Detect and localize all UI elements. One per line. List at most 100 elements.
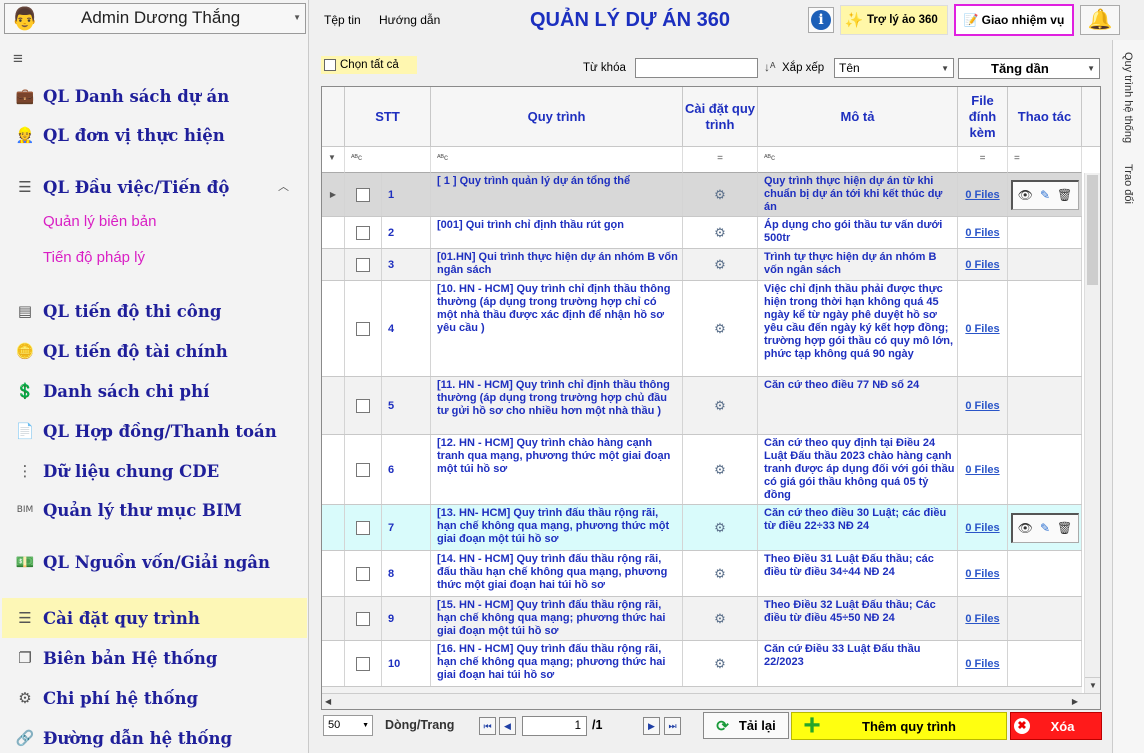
scroll-down-icon[interactable]: ▼ [1085,677,1100,693]
prev-page-icon[interactable]: ◀ [499,717,516,735]
col-header-files[interactable]: File đính kèm [958,87,1008,147]
menu-help[interactable]: Hướng dẫn [379,13,440,27]
table-row[interactable]: 3 [01.HN] Qui trình thực hiện dự án nhóm … [322,249,1082,281]
row-checkbox[interactable] [345,435,382,504]
row-files-link[interactable]: 0 Files [958,597,1008,640]
sidebar-item-project-list[interactable]: 💼 QL Danh sách dự án [14,83,230,109]
sidebar-item-tasks[interactable]: ☰ QL Đầu việc/Tiến độ [14,174,229,200]
process-settings-icon[interactable]: ⚙ [683,435,758,504]
row-files-link[interactable]: 0 Files [958,377,1008,434]
select-all-checkbox[interactable]: Chọn tất cả [321,56,417,74]
sidebar-item-process-settings[interactable]: ☰ Cài đặt quy trình [14,605,200,631]
view-icon[interactable]: 👁 [1018,521,1033,535]
row-files-link[interactable]: 0 Files [958,281,1008,376]
row-checkbox[interactable] [345,641,382,686]
sidebar-item-funding[interactable]: 💵 QL Nguồn vốn/Giải ngân [14,549,270,575]
sidebar-item-bim[interactable]: BIM Quản lý thư mục BIM [14,497,242,523]
delete-button[interactable]: ✖ Xóa [1010,712,1102,740]
row-checkbox[interactable] [345,173,382,216]
menu-file[interactable]: Tệp tin [324,13,361,27]
col-header-process[interactable]: Quy trình [431,87,683,147]
sidebar-item-system-minutes[interactable]: ❐ Biên bản Hệ thống [14,645,217,671]
sidebar-item-system-costs[interactable]: ⚙ Chi phí hệ thống [14,685,198,711]
col-header-actions[interactable]: Thao tác [1008,87,1082,147]
row-checkbox[interactable] [345,597,382,640]
process-settings-icon[interactable]: ⚙ [683,377,758,434]
process-settings-icon[interactable]: ⚙ [683,505,758,550]
sidebar-item-cde[interactable]: ⋮ Dữ liệu chung CDE [14,458,220,484]
row-files-link[interactable]: 0 Files [958,551,1008,596]
sidebar-subitem-minutes[interactable]: Quản lý biên bản [43,213,156,230]
info-button[interactable]: i [808,7,834,33]
row-checkbox[interactable] [345,217,382,248]
edit-icon[interactable]: ✎ [1040,188,1050,202]
filter-equals-icon[interactable]: = [683,147,758,173]
row-files-link[interactable]: 0 Files [958,435,1008,504]
next-page-icon[interactable]: ▶ [643,717,660,735]
scroll-right-icon[interactable]: ▶ [1072,697,1078,706]
add-process-button[interactable]: + Thêm quy trình [791,711,1007,741]
horizontal-scrollbar[interactable]: ◀ ▶ [322,693,1100,709]
view-icon[interactable]: 👁 [1018,188,1033,202]
col-header-stt[interactable]: STT [345,87,431,147]
row-checkbox[interactable] [345,377,382,434]
row-files-link[interactable]: 0 Files [958,641,1008,686]
table-row[interactable]: 4 [10. HN - HCM] Quy trình chỉ định thầu … [322,281,1082,377]
tab-system-process[interactable]: Quy trình hệ thống [1122,52,1134,143]
process-settings-icon[interactable]: ⚙ [683,597,758,640]
col-header-description[interactable]: Mô tả [758,87,958,147]
sidebar-item-contracts[interactable]: 📄 QL Hợp đồng/Thanh toán [14,418,277,444]
chevron-up-icon[interactable]: ︿ [278,178,289,194]
table-row[interactable]: 8 [14. HN - HCM] Quy trình đấu thầu rộng … [322,551,1082,597]
sidebar-item-contractors[interactable]: 👷 QL đơn vị thực hiện [14,122,225,148]
row-files-link[interactable]: 0 Files [958,217,1008,248]
row-files-link[interactable]: 0 Files [958,249,1008,280]
page-input[interactable] [522,716,587,736]
table-row[interactable]: 7 [13. HN- HCM] Quy trình đấu thầu rộng r… [322,505,1082,551]
sort-field-select[interactable]: Tên ▼ [834,58,954,78]
filter-icon[interactable]: ▼ [322,147,345,173]
assign-task-button[interactable]: 📝 Giao nhiệm vụ [954,4,1074,36]
table-row[interactable]: ▶ 1[ 1 ] Quy trình quản lý dự án tổng thể… [322,173,1082,217]
delete-icon[interactable]: 🗑 [1057,521,1072,535]
scroll-thumb[interactable] [1087,175,1098,285]
user-selector[interactable]: 👨 Admin Dương Thắng ▼ [4,3,306,34]
table-row[interactable]: 10 [16. HN - HCM] Quy trình đấu thầu rộng… [322,641,1082,687]
table-row[interactable]: 2 [001] Qui trình chỉ định thầu rút gọn ⚙ Á… [322,217,1082,249]
table-row[interactable]: 9 [15. HN - HCM] Quy trình đấu thầu rộng … [322,597,1082,641]
sidebar-item-cost-list[interactable]: 💲 Danh sách chi phí [14,378,210,404]
delete-icon[interactable]: 🗑 [1057,188,1072,202]
col-header-settings[interactable]: Cài đặt quy trình [683,87,758,147]
hamburger-menu-icon[interactable]: ≡ [13,50,23,67]
vertical-scrollbar[interactable]: ▼ [1084,173,1100,693]
process-settings-icon[interactable]: ⚙ [683,641,758,686]
last-page-icon[interactable]: ⏭ [664,717,681,735]
filter-process-icon[interactable]: ᴬᴮc [431,147,683,173]
row-checkbox[interactable] [345,249,382,280]
scroll-left-icon[interactable]: ◀ [325,697,331,706]
keyword-input[interactable] [635,58,758,78]
edit-icon[interactable]: ✎ [1040,521,1050,535]
sort-order-select[interactable]: Tăng dần ▼ [958,58,1100,79]
process-settings-icon[interactable]: ⚙ [683,173,758,216]
page-size-select[interactable]: 50 ▼ [323,715,373,736]
row-checkbox[interactable] [345,505,382,550]
process-settings-icon[interactable]: ⚙ [683,217,758,248]
sidebar-item-construction-progress[interactable]: ▤ QL tiến độ thi công [14,298,221,324]
bell-button[interactable]: 🔔 [1080,5,1120,35]
process-settings-icon[interactable]: ⚙ [683,249,758,280]
filter-equals-icon[interactable]: = [1008,147,1082,173]
first-page-icon[interactable]: ⏮ [479,717,496,735]
filter-equals-icon[interactable]: = [958,147,1008,173]
tab-discussion[interactable]: Trao đổi [1122,164,1134,204]
filter-stt-icon[interactable]: ᴬᴮc [345,147,431,173]
process-settings-icon[interactable]: ⚙ [683,281,758,376]
filter-description-icon[interactable]: ᴬᴮc [758,147,958,173]
row-checkbox[interactable] [345,551,382,596]
row-files-link[interactable]: 0 Files [958,173,1008,216]
sidebar-item-system-links[interactable]: 🔗 Đường dẫn hệ thống [14,725,232,751]
process-settings-icon[interactable]: ⚙ [683,551,758,596]
sidebar-item-financial-progress[interactable]: 🪙 QL tiến độ tài chính [14,338,228,364]
assistant-button[interactable]: ✨ Trợ lý ảo 360 [840,5,948,35]
row-files-link[interactable]: 0 Files [958,505,1008,550]
